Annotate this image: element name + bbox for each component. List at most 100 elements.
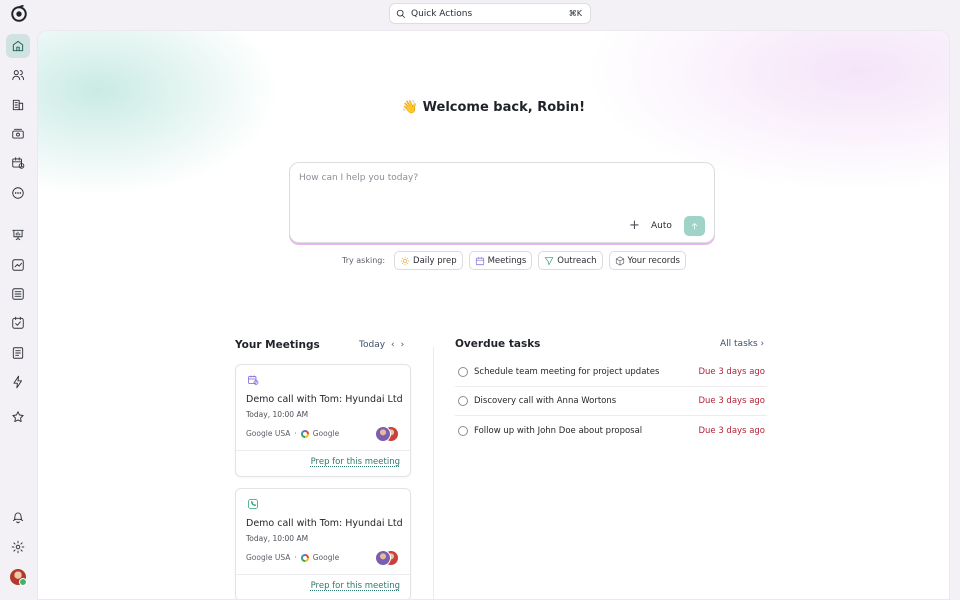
prompt-box: + Auto — [289, 162, 715, 243]
phone-icon — [248, 499, 258, 509]
document-icon — [12, 347, 24, 359]
meeting-time: Today, 10:00 AM — [246, 410, 309, 419]
sidebar-item-reports[interactable] — [6, 223, 30, 247]
sidebar — [0, 0, 37, 600]
send-icon — [544, 256, 554, 266]
users-icon — [12, 70, 25, 81]
meetings-title: Your Meetings — [235, 339, 320, 351]
meeting-time: Today, 10:00 AM — [246, 534, 309, 543]
chip-label: Meetings — [487, 255, 527, 266]
all-tasks-label: All tasks — [720, 339, 758, 349]
task-checkbox[interactable] — [458, 367, 468, 377]
meeting-provider: Google — [312, 553, 340, 562]
sidebar-item-lists[interactable] — [6, 282, 30, 306]
sidebar-item-automations[interactable] — [6, 370, 30, 394]
list-icon — [12, 288, 24, 300]
task-text: Discovery call with Anna Wortons — [474, 396, 617, 406]
chip-daily-prep[interactable]: Daily prep — [394, 251, 463, 270]
chip-your-records[interactable]: Your records — [608, 251, 686, 270]
task-text: Follow up with John Doe about proposal — [474, 425, 643, 436]
quick-actions-shortcut: ⌘K — [568, 9, 582, 18]
sidebar-item-home[interactable] — [6, 34, 30, 58]
all-tasks-link[interactable]: All tasks › — [720, 339, 764, 349]
task-text: Schedule team meeting for project update… — [474, 367, 660, 377]
meeting-location: Google USA — [246, 553, 291, 562]
user-avatar[interactable] — [10, 569, 27, 586]
search-icon — [396, 9, 406, 18]
sidebar-item-notifications[interactable] — [6, 505, 30, 529]
welcome-text: Welcome back, Robin! — [422, 100, 586, 115]
overdue-tasks-title: Overdue tasks — [455, 338, 541, 350]
task-row[interactable]: Schedule team meeting for project update… — [455, 358, 767, 387]
calendar-icon — [475, 256, 484, 265]
chip-outreach[interactable]: Outreach — [538, 251, 603, 270]
more-icon — [12, 187, 24, 199]
sidebar-item-tasks[interactable] — [6, 311, 30, 335]
meeting-card[interactable]: Demo call with Tom: Hyundai Ltd Today, 1… — [235, 488, 411, 599]
add-attachment-button[interactable]: + — [629, 219, 640, 233]
quick-actions-button[interactable]: Quick Actions ⌘K — [389, 3, 591, 24]
prompt-input[interactable] — [299, 173, 699, 203]
main-panel: 👋 Welcome back, Robin! + Auto Try asking… — [37, 30, 950, 600]
quick-actions-label: Quick Actions — [411, 8, 473, 19]
welcome-heading: 👋 Welcome back, Robin! — [38, 100, 949, 115]
meeting-source: Google USA · Google — [246, 429, 339, 438]
meeting-source: Google USA · Google — [246, 553, 339, 562]
chip-label: Outreach — [557, 255, 597, 266]
sidebar-item-companies[interactable] — [6, 93, 30, 117]
google-icon — [300, 553, 309, 562]
attendee-avatars — [375, 426, 403, 442]
sidebar-item-notes[interactable] — [6, 341, 30, 365]
section-divider — [433, 347, 434, 599]
task-row[interactable]: Discovery call with Anna Wortons Due 3 d… — [455, 387, 767, 416]
meeting-title: Demo call with Tom: Hyundai Ltd — [246, 394, 403, 405]
sidebar-item-settings[interactable] — [6, 535, 30, 559]
chip-label: Your records — [627, 255, 680, 266]
prep-meeting-link[interactable]: Prep for this meeting — [311, 581, 400, 591]
mode-selector[interactable]: Auto — [651, 221, 672, 231]
lightning-icon — [13, 375, 22, 389]
task-checkbox[interactable] — [458, 396, 468, 406]
sidebar-item-more[interactable] — [6, 181, 30, 205]
sidebar-item-analytics[interactable] — [6, 253, 30, 277]
building-icon — [12, 99, 24, 111]
avatar — [375, 550, 391, 566]
chevron-right-icon: › — [760, 339, 765, 349]
trending-icon — [12, 259, 24, 271]
google-icon — [300, 429, 309, 438]
money-icon — [12, 128, 24, 139]
task-checkbox[interactable] — [458, 425, 468, 436]
sidebar-item-meetings[interactable] — [6, 151, 30, 175]
meeting-provider: Google — [312, 429, 340, 438]
chip-meetings[interactable]: Meetings — [468, 251, 533, 270]
meeting-card[interactable]: Demo call with Tom: Hyundai Ltd Today, 1… — [235, 364, 411, 477]
try-asking-label: Try asking: — [342, 256, 386, 265]
sidebar-item-deals[interactable] — [6, 122, 30, 146]
bell-icon — [12, 512, 24, 524]
chevron-right-icon[interactable]: › — [401, 340, 405, 350]
prep-meeting-link[interactable]: Prep for this meeting — [311, 457, 400, 467]
wave-emoji: 👋 — [401, 100, 419, 115]
arrow-up-icon — [691, 222, 698, 229]
task-due: Due 3 days ago — [698, 367, 765, 377]
sidebar-item-people[interactable] — [6, 63, 30, 87]
card-divider — [236, 450, 410, 451]
cube-icon — [615, 255, 624, 266]
send-button[interactable] — [684, 216, 705, 236]
checklist-icon — [12, 316, 24, 329]
app-logo-icon[interactable] — [10, 5, 28, 23]
sidebar-item-favorites[interactable] — [6, 405, 30, 429]
calendar-clock-icon — [248, 375, 259, 385]
gear-icon — [11, 540, 25, 554]
meetings-date-nav: Today ‹ › — [359, 340, 404, 350]
meeting-title: Demo call with Tom: Hyundai Ltd — [246, 518, 403, 529]
card-divider — [236, 574, 410, 575]
try-asking-row: Try asking: Daily prep Meetings Outreach… — [342, 251, 686, 270]
meeting-location: Google USA — [246, 429, 291, 438]
avatar — [375, 426, 391, 442]
task-due: Due 3 days ago — [698, 425, 765, 436]
chevron-left-icon[interactable]: ‹ — [391, 340, 395, 350]
task-due: Due 3 days ago — [698, 396, 765, 406]
meetings-filter[interactable]: Today — [359, 340, 385, 350]
task-row[interactable]: Follow up with John Doe about proposal D… — [455, 416, 767, 445]
